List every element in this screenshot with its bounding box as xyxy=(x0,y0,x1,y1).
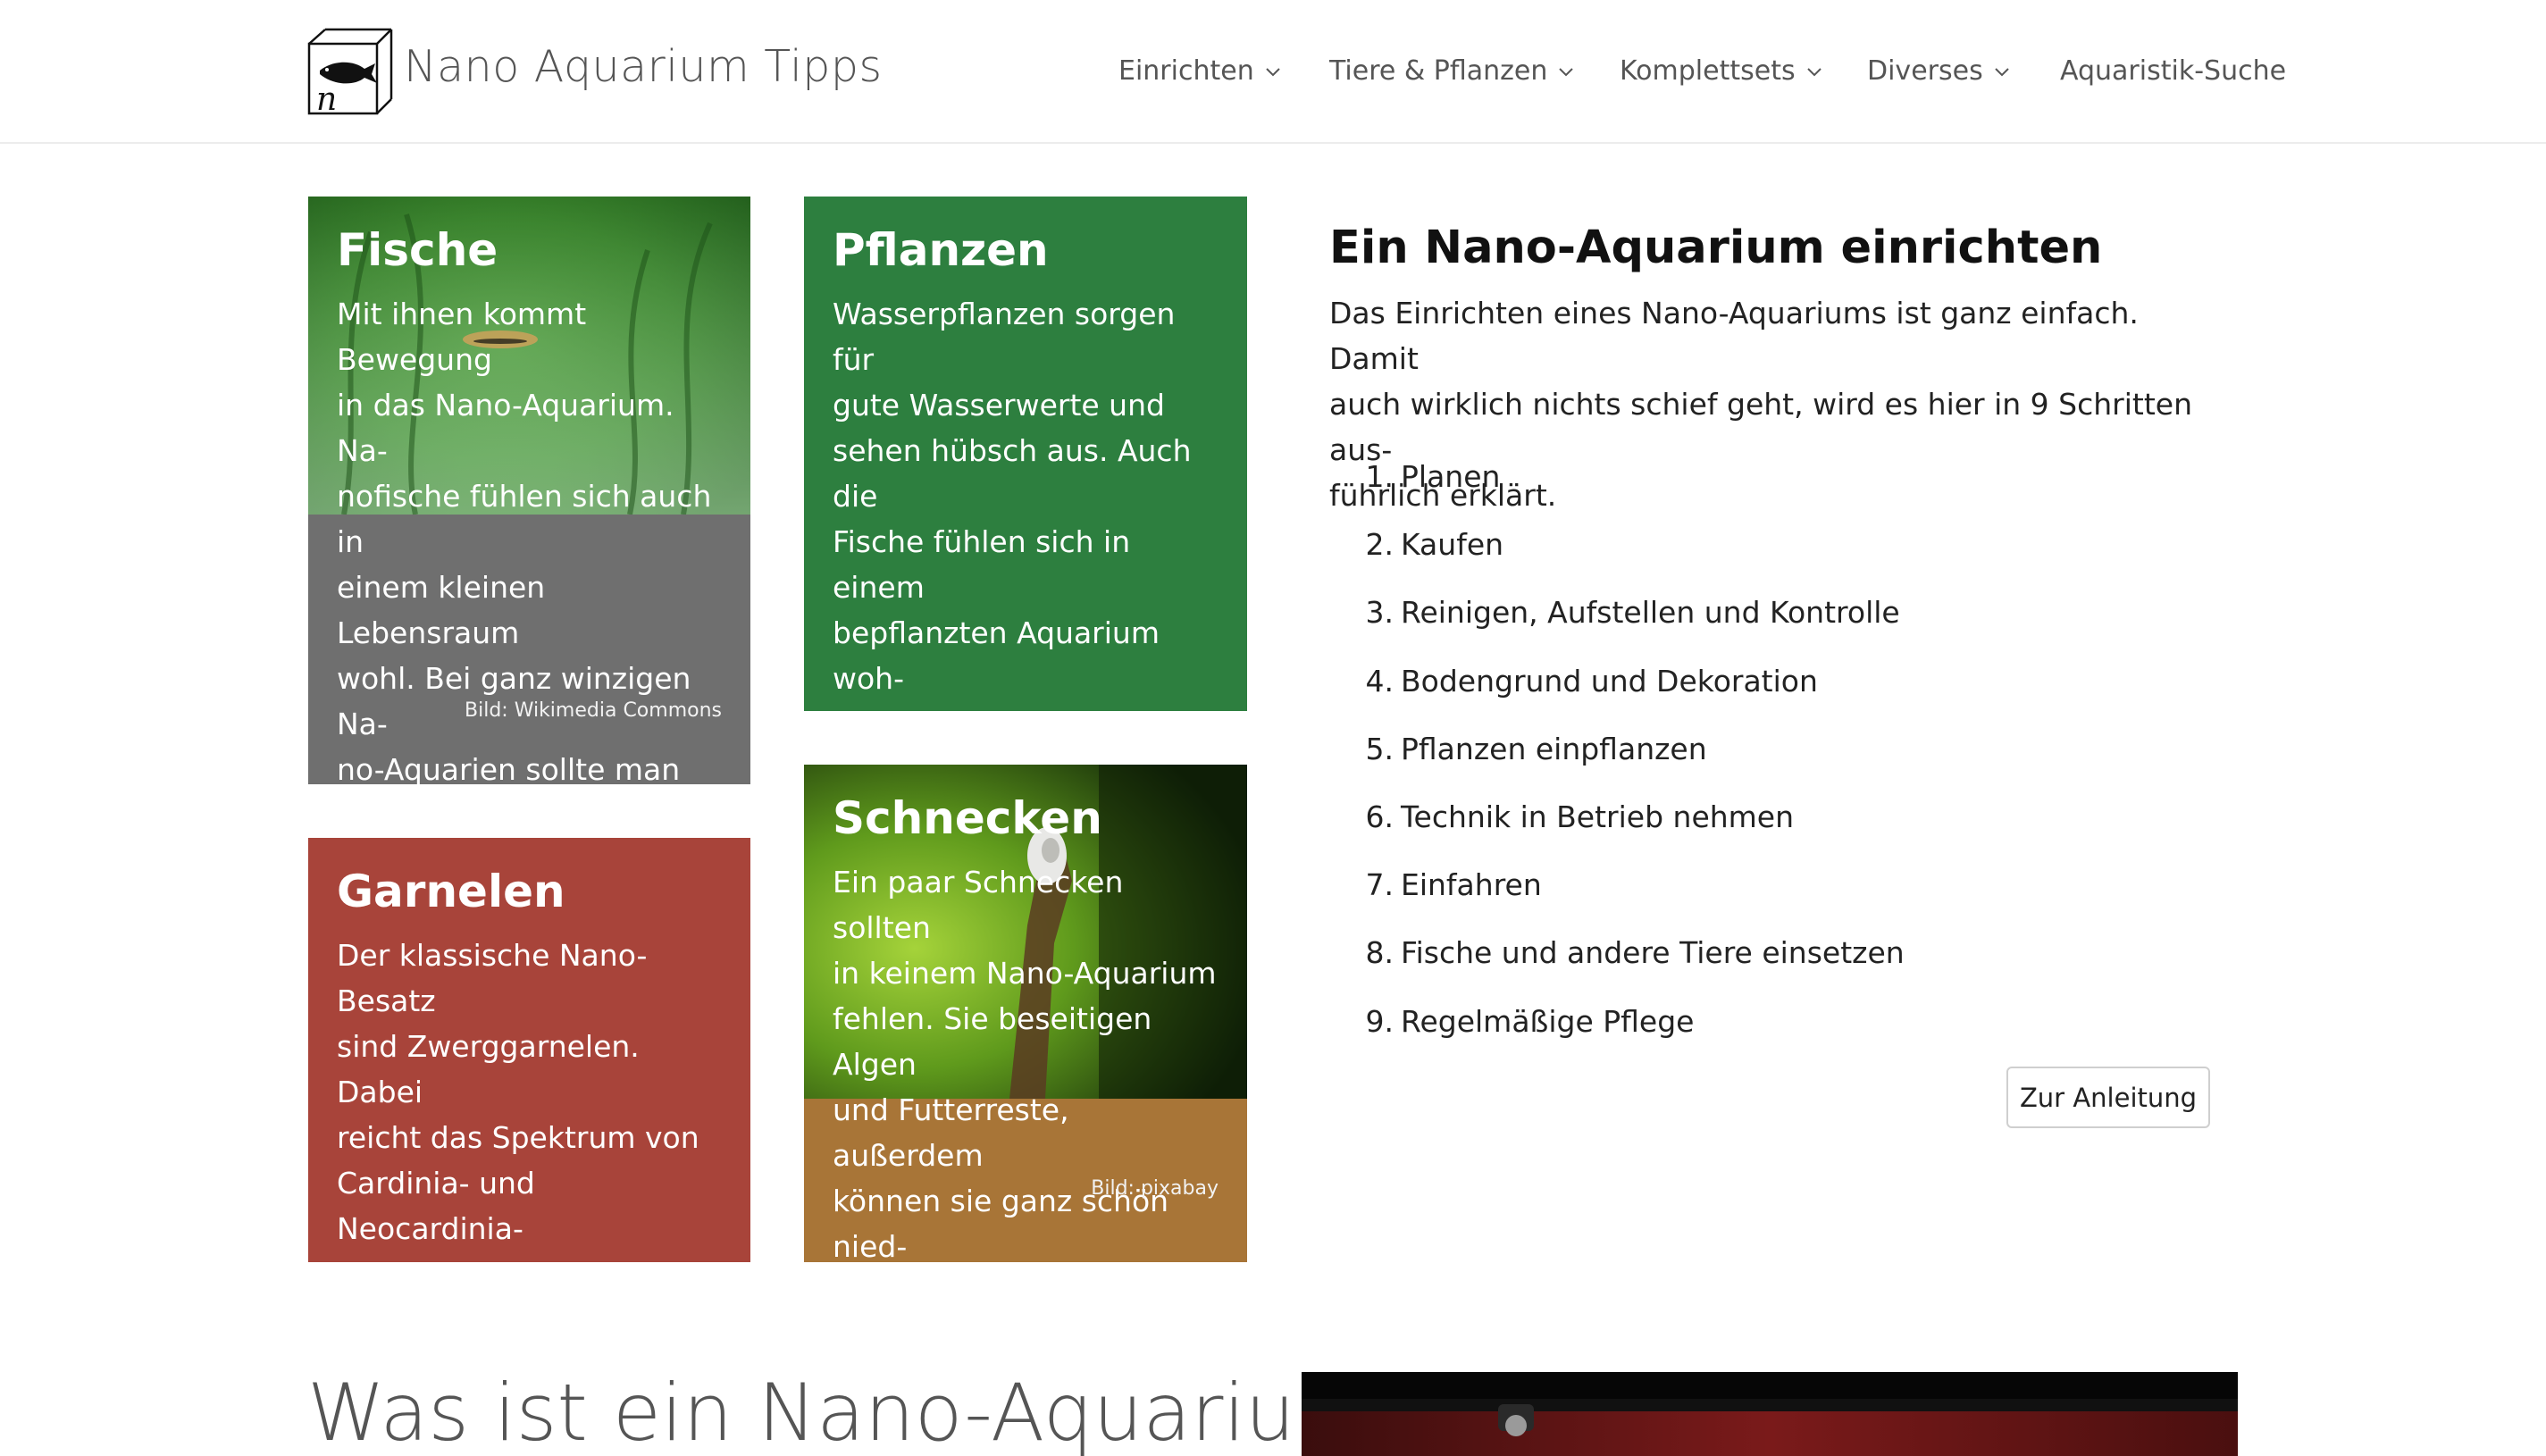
card-pflanzen[interactable]: Pflanzen Wasserpflanzen sorgen für gute … xyxy=(804,197,1247,711)
chevron-down-icon xyxy=(1994,67,2009,76)
list-item: 9. Regelmäßige Pflege xyxy=(1329,999,1905,1067)
list-item: 1. Planen xyxy=(1329,454,1905,522)
step-label: Pflanzen einpflanzen xyxy=(1401,731,1707,766)
chevron-down-icon xyxy=(1266,67,1280,76)
step-number: 8. xyxy=(1365,935,1394,971)
card-garnelen[interactable]: Garnelen Der klassische Nano-Besatz sind… xyxy=(308,838,750,1262)
site-logo[interactable]: n xyxy=(307,28,393,118)
nav-item-aquaristik-suche[interactable]: Aquaristik-Suche xyxy=(2060,55,2286,87)
guide-button[interactable]: Zur Anleitung xyxy=(2006,1067,2210,1128)
list-item: 4. Bodengrund und Dekoration xyxy=(1329,658,1905,726)
step-label: Regelmäßige Pflege xyxy=(1401,1003,1695,1039)
list-item: 5. Pflanzen einpflanzen xyxy=(1329,726,1905,794)
image-credit: Bild: pixabay xyxy=(1091,1177,1219,1200)
logo-letter: n xyxy=(316,81,337,115)
card-title: Fische xyxy=(337,224,498,276)
list-item: 6. Technik in Betrieb nehmen xyxy=(1329,794,1905,862)
bottom-heading: Was ist ein Nano-Aquarium? xyxy=(307,1367,1414,1456)
step-number: 3. xyxy=(1365,595,1394,631)
step-label: Bodengrund und Dekoration xyxy=(1401,663,1818,699)
card-text: Der klassische Nano-Besatz sind Zwerggar… xyxy=(337,938,699,1262)
card-text: Wasserpflanzen sorgen für gute Wasserwer… xyxy=(833,297,1192,711)
nav-item-label: Tiere & Pflanzen xyxy=(1329,55,1548,87)
card-title: Pflanzen xyxy=(833,224,1049,276)
step-number: 4. xyxy=(1365,663,1394,699)
nav-item-einrichten[interactable]: Einrichten xyxy=(1118,55,1283,87)
nav-item-label: Diverses xyxy=(1867,55,1983,87)
list-item: 2. Kaufen xyxy=(1329,522,1905,590)
step-number: 9. xyxy=(1365,1003,1394,1039)
nav-item-tiere-pflanzen[interactable]: Tiere & Pflanzen xyxy=(1329,55,1576,87)
card-text: Ein paar Schnecken sollten in keinem Nan… xyxy=(833,865,1217,1262)
step-number: 6. xyxy=(1365,799,1394,834)
card-title: Garnelen xyxy=(337,866,565,917)
section-heading: Ein Nano-Aquarium einrichten xyxy=(1329,222,2103,274)
site-title[interactable]: Nano Aquarium Tipps xyxy=(404,41,883,92)
list-item: 7. Einfahren xyxy=(1329,862,1905,930)
steps-list: 1. Planen 2. Kaufen 3. Reinigen, Aufstellen… xyxy=(1329,454,1905,1067)
step-number: 2. xyxy=(1365,527,1394,563)
site-header: n Nano Aquarium Tipps Einrichten Tiere &… xyxy=(0,0,2546,144)
chevron-down-icon xyxy=(1559,67,1574,76)
step-number: 7. xyxy=(1365,867,1394,903)
step-label: Fische und andere Tiere einsetzen xyxy=(1401,935,1905,971)
nav-item-diverses[interactable]: Diverses xyxy=(1867,55,2012,87)
card-schnecken[interactable]: Schnecken Ein paar Schnecken sollten in … xyxy=(804,765,1247,1262)
chevron-down-icon xyxy=(1806,67,1822,76)
nav-item-label: Aquaristik-Suche xyxy=(2060,55,2287,87)
step-label: Reinigen, Aufstellen und Kontrolle xyxy=(1401,595,1900,631)
nav-item-label: Einrichten xyxy=(1118,55,1254,87)
aquarium-photo xyxy=(1302,1372,2238,1456)
step-label: Technik in Betrieb nehmen xyxy=(1401,799,1795,834)
step-number: 1. xyxy=(1365,459,1394,494)
step-label: Einfahren xyxy=(1401,867,1542,903)
image-credit: Bild: Wikimedia Commons xyxy=(465,699,722,722)
list-item: 3. Reinigen, Aufstellen und Kontrolle xyxy=(1329,590,1905,657)
card-title: Schnecken xyxy=(833,792,1102,844)
nav-item-komplettsets[interactable]: Komplettsets xyxy=(1620,55,1824,87)
step-label: Kaufen xyxy=(1401,527,1504,563)
list-item: 8. Fische und andere Tiere einsetzen xyxy=(1329,930,1905,998)
card-fische[interactable]: Fische Mit ihnen kommt Bewegung in das N… xyxy=(308,197,750,784)
step-number: 5. xyxy=(1365,731,1394,766)
nav-item-label: Komplettsets xyxy=(1620,55,1796,87)
step-label: Planen xyxy=(1401,459,1501,494)
